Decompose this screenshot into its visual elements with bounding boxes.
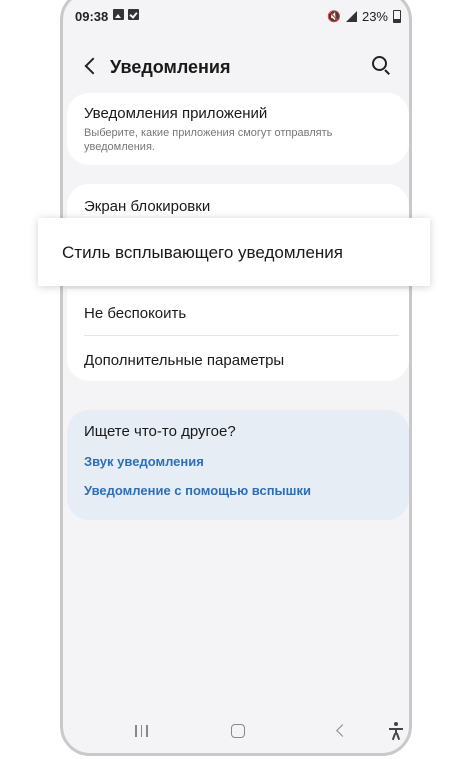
settings-group: Не беспокоить Дополнительные параметры — [67, 289, 409, 381]
status-bar: 09:38 🔇 23% — [63, 5, 409, 29]
signal-icon — [345, 11, 357, 22]
suggestion-link-flash-notification[interactable]: Уведомление с помощью вспышки — [84, 483, 311, 498]
app-notifications-item[interactable]: Уведомления приложений Выберите, какие п… — [67, 93, 409, 165]
recents-icon[interactable] — [135, 725, 148, 737]
popup-style-item[interactable]: Стиль всплывающего уведомления — [38, 218, 430, 286]
battery-icon — [393, 10, 401, 23]
suggestions-title: Ищете что-то другое? — [84, 423, 236, 440]
check-icon — [128, 9, 139, 20]
dnd-title: Не беспокоить — [84, 305, 187, 322]
lock-screen-item[interactable]: Экран блокировки — [67, 184, 409, 220]
battery-percent: 23% — [361, 9, 388, 24]
app-notifications-title: Уведомления приложений — [84, 105, 268, 122]
phone-frame: 09:38 🔇 23% Уведомления Уведомления прил… — [60, 0, 412, 756]
status-right: 🔇 23% — [327, 9, 401, 24]
status-left-icons — [113, 9, 139, 20]
mute-icon: 🔇 — [327, 11, 341, 23]
advanced-title: Дополнительные параметры — [84, 352, 285, 369]
status-time: 09:38 — [75, 9, 109, 24]
accessibility-icon[interactable] — [388, 722, 404, 741]
navigation-bar — [63, 721, 409, 745]
advanced-item[interactable]: Дополнительные параметры — [67, 336, 409, 381]
suggestion-link-notification-sound[interactable]: Звук уведомления — [84, 454, 204, 469]
image-icon — [113, 9, 124, 20]
search-icon[interactable] — [372, 56, 387, 71]
suggestions-card: Ищете что-то другое? Звук уведомления Ув… — [67, 410, 409, 520]
home-icon[interactable] — [231, 724, 245, 738]
app-bar: Уведомления — [63, 48, 409, 88]
lock-screen-title: Экран блокировки — [84, 198, 211, 215]
dnd-item[interactable]: Не беспокоить — [67, 289, 409, 335]
popup-style-title: Стиль всплывающего уведомления — [62, 243, 343, 262]
back-icon[interactable] — [84, 57, 102, 75]
back-icon[interactable] — [336, 724, 349, 737]
app-notifications-subtitle: Выберите, какие приложения смогут отправ… — [84, 127, 333, 153]
page-title: Уведомления — [110, 57, 231, 77]
